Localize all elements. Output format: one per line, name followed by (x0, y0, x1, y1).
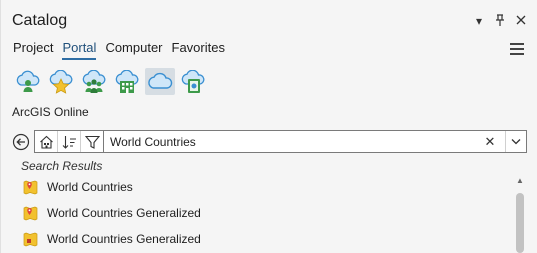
my-organization-icon[interactable] (112, 68, 142, 95)
my-groups-icon[interactable] (79, 68, 109, 95)
section-label: ArcGIS Online (12, 105, 89, 119)
tab-project[interactable]: Project (13, 40, 53, 59)
pin-icon[interactable] (494, 14, 506, 28)
filter-icon[interactable] (81, 131, 104, 152)
feature-layer-icon (23, 231, 39, 247)
sort-icon[interactable] (58, 131, 81, 152)
list-item[interactable]: World Countries Generalized (1, 226, 511, 252)
options-arrow-icon[interactable]: ▾ (473, 14, 485, 28)
living-atlas-icon[interactable] (178, 68, 208, 95)
results-scrollbar[interactable]: ▲ (515, 176, 525, 253)
close-icon[interactable] (515, 14, 527, 28)
list-item-label: World Countries Generalized (47, 232, 201, 246)
search-input[interactable] (104, 131, 483, 152)
tab-computer[interactable]: Computer (105, 40, 162, 59)
catalog-pane: Catalog ▾ Project Portal Computer Favori… (0, 0, 537, 253)
list-item-label: World Countries (47, 180, 133, 194)
search-history-dropdown-icon[interactable] (505, 131, 526, 152)
list-item[interactable]: World Countries Generalized (1, 200, 511, 226)
list-item-label: World Countries Generalized (47, 206, 201, 220)
tab-portal[interactable]: Portal (62, 40, 96, 60)
menu-icon[interactable] (510, 43, 524, 55)
search-bar: ✕ (34, 130, 527, 153)
results-list: World Countries World Countries Generali… (1, 174, 511, 252)
back-icon[interactable] (12, 133, 30, 151)
list-item[interactable]: World Countries (1, 174, 511, 200)
home-icon[interactable] (35, 131, 58, 152)
portal-toolbar (13, 68, 208, 95)
catalog-tabs: Project Portal Computer Favorites (13, 40, 225, 60)
results-heading: Search Results (21, 159, 103, 173)
scrollbar-thumb[interactable] (516, 193, 524, 253)
arcgis-online-icon[interactable] (145, 68, 175, 95)
clear-search-icon[interactable]: ✕ (483, 134, 497, 150)
my-content-icon[interactable] (13, 68, 43, 95)
pane-controls: ▾ (473, 14, 527, 28)
scroll-up-icon[interactable]: ▲ (515, 176, 525, 186)
pane-title: Catalog (12, 12, 68, 29)
tab-favorites[interactable]: Favorites (172, 40, 225, 59)
my-favorites-icon[interactable] (46, 68, 76, 95)
feature-layer-icon (23, 205, 39, 221)
feature-layer-icon (23, 179, 39, 195)
